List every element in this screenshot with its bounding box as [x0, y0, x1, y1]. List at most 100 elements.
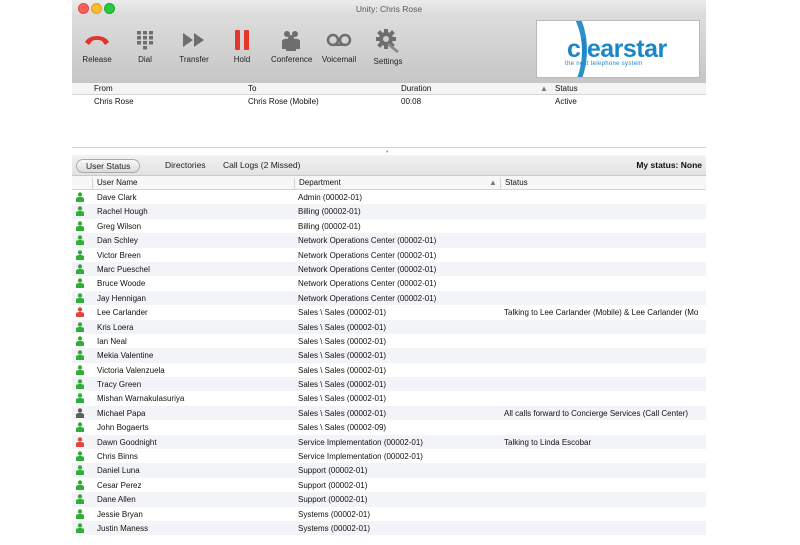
- dial-label: Dial: [138, 55, 152, 64]
- user-row[interactable]: Daniel Luna Support (00002-01): [72, 463, 706, 478]
- user-name: Mekia Valentine: [97, 351, 154, 361]
- user-row[interactable]: Kris Loera Sales \ Sales (00002-01): [72, 319, 706, 334]
- sort-indicator-icon: ▲: [489, 178, 497, 187]
- call-status: Active: [555, 97, 577, 106]
- person-status-icon: [76, 480, 84, 490]
- person-status-icon: [76, 364, 84, 375]
- person-status-icon: [76, 436, 84, 447]
- user-row[interactable]: Rachel Hough Billing (00002-01): [72, 204, 706, 219]
- voicemail-icon: [326, 33, 352, 47]
- user-name: John Bogaerts: [97, 423, 149, 433]
- user-name: Victor Breen: [97, 250, 141, 260]
- users-list: Dave Clark Admin (00002-01) Rachel Hough Bi…: [72, 190, 706, 536]
- user-row[interactable]: Victor Breen Network Operations Center (0…: [72, 248, 706, 262]
- person-status-icon: [76, 321, 84, 332]
- user-row[interactable]: Lee Carlander Sales \ Sales (00002-01) Tal…: [72, 305, 706, 319]
- voicemail-button[interactable]: Voicemail: [319, 29, 359, 64]
- user-row[interactable]: Marc Pueschel Network Operations Center (…: [72, 261, 706, 277]
- user-row[interactable]: Mishan Warnakulasuriya Sales \ Sales (000…: [72, 391, 706, 405]
- user-department: Sales \ Sales (00002-09): [298, 423, 387, 433]
- pane-splitter[interactable]: •: [72, 147, 706, 156]
- person-status-icon: [76, 508, 84, 519]
- user-name: Justin Maness: [97, 523, 149, 533]
- user-row[interactable]: Bruce Woode Network Operations Center (00…: [72, 276, 706, 290]
- phone-release-icon: [85, 36, 109, 45]
- user-row[interactable]: Jay Hennigan Network Operations Center (0…: [72, 290, 706, 306]
- column-header-status[interactable]: Status: [500, 178, 528, 189]
- user-row[interactable]: Michael Papa Sales \ Sales (00002-01) All …: [72, 405, 706, 421]
- tab-user-status[interactable]: User Status: [76, 159, 141, 173]
- user-row[interactable]: Dave Clark Admin (00002-01): [72, 190, 706, 204]
- user-department: Admin (00002-01): [298, 193, 363, 202]
- user-department: Systems (00002-01): [298, 523, 371, 533]
- user-name: Jay Hennigan: [97, 293, 146, 303]
- person-status-icon: [76, 249, 84, 260]
- hold-button[interactable]: Hold: [222, 29, 262, 64]
- user-row[interactable]: Justin Maness Systems (00002-01): [72, 520, 706, 536]
- person-status-icon: [76, 465, 84, 476]
- logo-tagline: the next telephone system: [565, 61, 643, 67]
- column-header-from[interactable]: From: [94, 84, 113, 93]
- column-header-duration[interactable]: Duration: [401, 84, 431, 93]
- user-department: Sales \ Sales (00002-01): [298, 308, 387, 318]
- transfer-button[interactable]: Transfer: [174, 29, 214, 64]
- person-status-icon: [76, 523, 84, 533]
- gear-icon: [376, 29, 399, 53]
- user-status: All calls forward to Concierge Services …: [504, 408, 689, 418]
- user-row[interactable]: Dan Schley Network Operations Center (000…: [72, 233, 706, 248]
- user-name: Chris Binns: [97, 452, 138, 462]
- person-status-icon: [76, 206, 84, 217]
- user-name: Cesar Perez: [97, 480, 142, 490]
- user-department: Sales \ Sales (00002-01): [298, 336, 387, 346]
- column-header-user-name[interactable]: User Name: [92, 178, 137, 189]
- user-row[interactable]: Victoria Valenzuela Sales \ Sales (00002-…: [72, 363, 706, 377]
- call-to: Chris Rose (Mobile): [248, 97, 319, 106]
- user-name: Dave Clark: [97, 193, 137, 202]
- release-label: Release: [82, 55, 112, 64]
- tab-directories[interactable]: Directories: [165, 160, 206, 170]
- settings-button[interactable]: Settings: [368, 29, 408, 66]
- user-row[interactable]: Cesar Perez Support (00002-01): [72, 478, 706, 492]
- my-status-selector[interactable]: My status: None: [636, 160, 702, 170]
- user-name: Dawn Goodnight: [97, 437, 157, 447]
- user-department: Support (00002-01): [298, 480, 368, 490]
- user-department: Service Implementation (00002-01): [298, 437, 423, 447]
- column-header-department[interactable]: Department: [294, 178, 341, 189]
- user-department: Sales \ Sales (00002-01): [298, 380, 387, 390]
- window-title: Unity: Chris Rose: [355, 4, 423, 14]
- user-row[interactable]: Mekia Valentine Sales \ Sales (00002-01): [72, 348, 706, 363]
- user-name: Mishan Warnakulasuriya: [97, 394, 185, 404]
- user-department: Network Operations Center (00002-01): [298, 250, 437, 260]
- user-row[interactable]: Tracy Green Sales \ Sales (00002-01): [72, 377, 706, 392]
- user-row[interactable]: Ian Neal Sales \ Sales (00002-01): [72, 334, 706, 348]
- user-row[interactable]: Greg Wilson Billing (00002-01): [72, 219, 706, 233]
- user-row[interactable]: Dawn Goodnight Service Implementation (00…: [72, 434, 706, 450]
- person-status-icon: [76, 408, 84, 418]
- user-name: Michael Papa: [97, 408, 146, 418]
- voicemail-label: Voicemail: [321, 55, 357, 64]
- user-name: Dane Allen: [97, 495, 136, 505]
- column-header-status[interactable]: Status: [555, 84, 578, 93]
- user-row[interactable]: Chris Binns Service Implementation (00002…: [72, 449, 706, 463]
- user-row[interactable]: Jessie Bryan Systems (00002-01): [72, 507, 706, 521]
- tab-call-logs[interactable]: Call Logs (2 Missed): [223, 160, 300, 170]
- call-duration: 00:08: [401, 97, 422, 106]
- call-row[interactable]: Chris Rose Chris Rose (Mobile) 00:08 Act…: [72, 95, 706, 109]
- person-status-icon: [76, 494, 84, 505]
- conference-button[interactable]: Conference: [271, 29, 313, 64]
- clearstar-logo: clearstar the next telephone system: [536, 20, 700, 78]
- user-row[interactable]: Dane Allen Support (00002-01): [72, 492, 706, 507]
- dial-button[interactable]: Dial: [125, 29, 165, 64]
- user-status: Talking to Lee Carlander (Mobile) & Lee …: [504, 308, 699, 318]
- person-status-icon: [76, 293, 84, 303]
- release-button[interactable]: Release: [77, 29, 117, 64]
- user-department: Sales \ Sales (00002-01): [298, 322, 387, 332]
- user-department: Network Operations Center (00002-01): [298, 279, 437, 289]
- user-name: Greg Wilson: [97, 221, 142, 231]
- person-status-icon: [76, 451, 84, 462]
- column-header-to[interactable]: To: [248, 84, 256, 93]
- title-bar: Unity: Chris Rose: [72, 0, 706, 17]
- user-row[interactable]: John Bogaerts Sales \ Sales (00002-09): [72, 420, 706, 434]
- user-name: Rachel Hough: [97, 207, 148, 217]
- conference-label: Conference: [271, 55, 313, 64]
